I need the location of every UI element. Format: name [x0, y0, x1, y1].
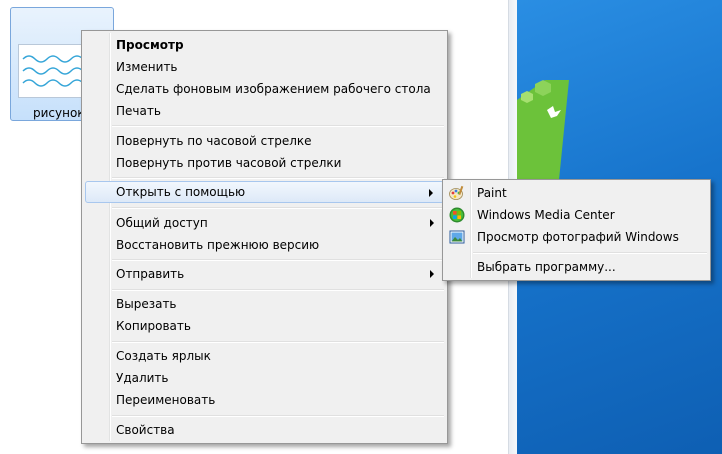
submenu-item-paint[interactable]: Paint: [446, 182, 707, 204]
submenu-arrow-icon: [429, 189, 433, 197]
menu-item-view[interactable]: Просмотр: [85, 34, 444, 56]
paint-icon: [449, 185, 464, 200]
menu-item-rename[interactable]: Переименовать: [85, 389, 444, 411]
menu-item-create-shortcut[interactable]: Создать ярлык: [85, 345, 444, 367]
submenu-item-media-center[interactable]: Windows Media Center: [446, 204, 707, 226]
menu-separator: [112, 125, 444, 127]
menu-item-cut[interactable]: Вырезать: [85, 293, 444, 315]
windows-media-center-icon: [449, 207, 465, 223]
menu-item-print[interactable]: Печать: [85, 100, 444, 122]
menu-item-send-to[interactable]: Отправить: [85, 263, 444, 285]
submenu-item-photo-viewer[interactable]: Просмотр фотографий Windows: [446, 226, 707, 248]
menu-separator: [112, 207, 444, 209]
menu-separator: [112, 259, 444, 261]
menu-item-set-wallpaper[interactable]: Сделать фоновым изображением рабочего ст…: [85, 78, 444, 100]
submenu-separator: [473, 252, 707, 254]
menu-separator: [112, 341, 444, 343]
menu-item-open-with[interactable]: Открыть с помощью: [85, 181, 444, 203]
menu-item-edit[interactable]: Изменить: [85, 56, 444, 78]
open-with-submenu: Paint Windows Media Center Просмотр фото…: [442, 179, 711, 281]
submenu-item-choose-program[interactable]: Выбрать программу...: [446, 256, 707, 278]
menu-item-share[interactable]: Общий доступ: [85, 212, 444, 234]
menu-separator: [112, 289, 444, 291]
menu-item-copy[interactable]: Копировать: [85, 315, 444, 337]
menu-item-send-to-label: Отправить: [116, 267, 185, 281]
menu-item-rotate-ccw[interactable]: Повернуть против часовой стрелки: [85, 152, 444, 174]
menu-item-restore-version[interactable]: Восстановить прежнюю версию: [85, 234, 444, 256]
menu-item-share-label: Общий доступ: [116, 216, 208, 230]
context-menu: Просмотр Изменить Сделать фоновым изобра…: [81, 30, 448, 444]
submenu-item-media-center-label: Windows Media Center: [477, 208, 615, 222]
menu-item-open-with-label: Открыть с помощью: [116, 185, 246, 199]
menu-item-properties[interactable]: Свойства: [85, 419, 444, 441]
file-name-label: рисунок: [33, 106, 85, 120]
submenu-item-paint-label: Paint: [477, 186, 507, 200]
submenu-arrow-icon: [430, 270, 434, 278]
menu-separator: [112, 415, 444, 417]
image-thumbnail: [18, 44, 90, 98]
menu-item-delete[interactable]: Удалить: [85, 367, 444, 389]
submenu-item-photo-viewer-label: Просмотр фотографий Windows: [477, 230, 679, 244]
menu-item-rotate-cw[interactable]: Повернуть по часовой стрелке: [85, 130, 444, 152]
photo-viewer-icon: [449, 230, 465, 244]
menu-separator: [112, 177, 444, 179]
submenu-arrow-icon: [430, 219, 434, 227]
